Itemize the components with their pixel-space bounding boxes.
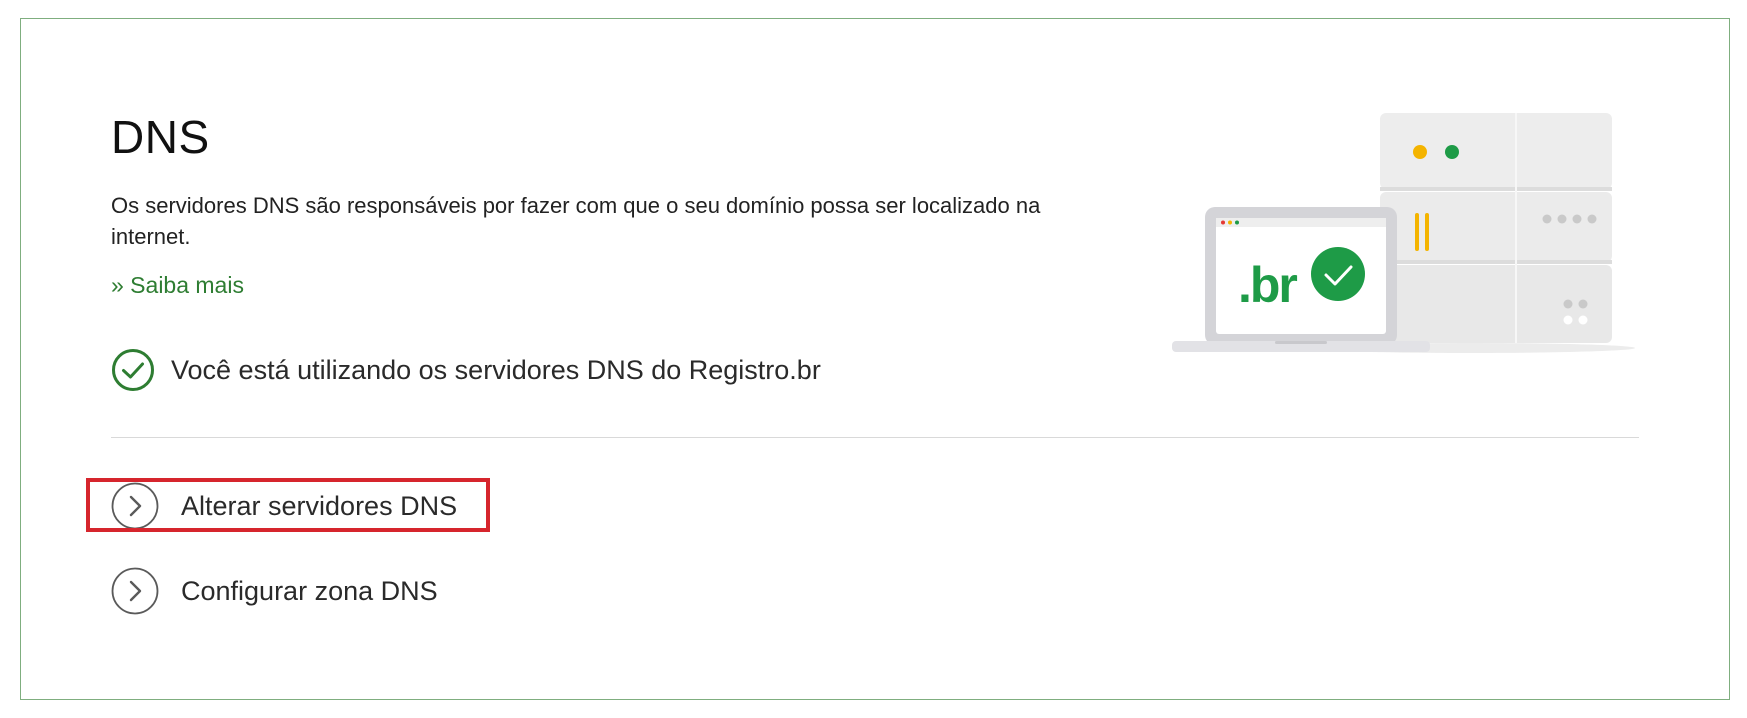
- configure-dns-zone-button[interactable]: Configurar zona DNS: [111, 567, 438, 615]
- server-laptop-illustration: .br: [1172, 113, 1635, 353]
- dns-description: Os servidores DNS são responsáveis por f…: [111, 193, 1041, 249]
- divider: [111, 437, 1639, 438]
- svg-text:.br: .br: [1238, 257, 1297, 313]
- dns-status-text: Você está utilizando os servidores DNS d…: [171, 354, 821, 385]
- configure-dns-zone-label: Configurar zona DNS: [181, 575, 438, 606]
- check-circle-icon: [112, 349, 154, 391]
- page-title: DNS: [111, 111, 210, 163]
- learn-more-link[interactable]: » Saiba mais: [111, 272, 244, 299]
- chevron-right-icon: [111, 567, 159, 615]
- dns-status: Você está utilizando os servidores DNS d…: [111, 348, 821, 392]
- change-dns-servers-button[interactable]: Alterar servidores DNS: [111, 482, 457, 530]
- change-dns-servers-label: Alterar servidores DNS: [181, 490, 458, 521]
- chevron-right-icon: [111, 482, 159, 530]
